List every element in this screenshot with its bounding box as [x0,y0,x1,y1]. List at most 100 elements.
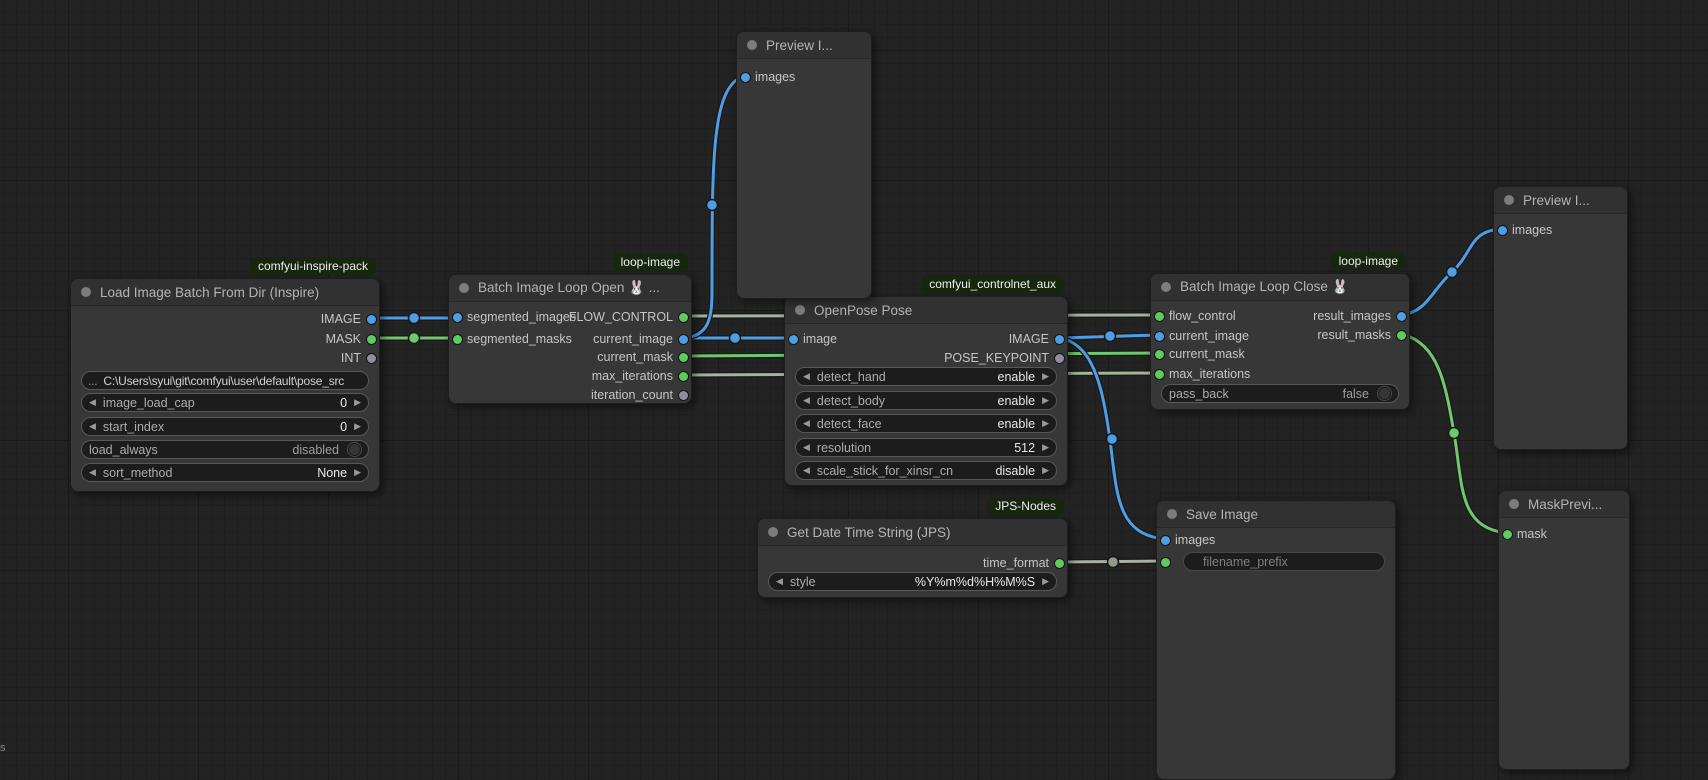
widget-start-index[interactable]: ◀ start_index 0 ▶ [81,417,369,436]
arrow-left-icon[interactable]: ◀ [803,419,810,428]
collapse-dot-icon[interactable] [768,527,778,537]
widget-detect-hand[interactable]: ◀ detect_hand enable ▶ [795,367,1057,386]
output-port[interactable] [679,372,688,381]
widget-label: detect_body [817,394,885,408]
arrow-right-icon[interactable]: ▶ [354,398,361,407]
arrow-left-icon[interactable]: ◀ [803,443,810,452]
widget-load-always[interactable]: load_always disabled [81,440,369,459]
node-title: Get Date Time String (JPS) [787,525,951,540]
node-preview-image-right[interactable]: Preview I... images [1493,186,1628,450]
node-title-bar[interactable]: Save Image [1157,501,1395,528]
node-title: Batch Image Loop Open 🐰 ... [478,280,660,296]
output-port[interactable] [679,335,688,344]
output-port[interactable] [1397,312,1406,321]
node-title-bar[interactable]: OpenPose Pose [785,297,1067,324]
output-slot-current-image: current_image [449,330,691,348]
widget-style[interactable]: ◀ style %Y%m%d%H%M%S ▶ [768,572,1057,591]
toggle-knob[interactable] [348,443,361,456]
widget-filename-prefix[interactable]: filename_prefix [1183,552,1385,571]
widget-directory-path[interactable]: ... C:\Users\syui\git\comfyui\user\defau… [81,371,369,390]
collapse-dot-icon[interactable] [459,283,469,293]
node-preview-image-top[interactable]: Preview I... images [736,31,872,299]
collapse-dot-icon[interactable] [1161,282,1171,292]
input-port[interactable] [1503,530,1512,539]
arrow-right-icon[interactable]: ▶ [1042,466,1049,475]
slot-label: images [1157,531,1395,549]
output-port[interactable] [679,353,688,362]
node-load-image-batch[interactable]: comfyui-inspire-pack Load Image Batch Fr… [70,278,380,492]
node-get-date-time-string[interactable]: JPS-Nodes Get Date Time String (JPS) tim… [757,518,1068,598]
widget-image-load-cap[interactable]: ◀ image_load_cap 0 ▶ [81,393,369,412]
arrow-right-icon[interactable]: ▶ [1042,419,1049,428]
widget-scale-stick-for-xinsr-cn[interactable]: ◀ scale_stick_for_xinsr_cn disable ▶ [795,461,1057,480]
collapse-dot-icon[interactable] [81,287,91,297]
widget-label: resolution [817,441,871,455]
node-title-bar[interactable]: Get Date Time String (JPS) [758,519,1067,546]
collapse-dot-icon[interactable] [1504,195,1514,205]
widget-resolution[interactable]: ◀ resolution 512 ▶ [795,438,1057,457]
node-openpose-pose[interactable]: comfyui_controlnet_aux OpenPose Pose ima… [784,296,1068,486]
collapse-dot-icon[interactable] [1509,499,1519,509]
collapse-dot-icon[interactable] [795,305,805,315]
node-batch-image-loop-open[interactable]: loop-image Batch Image Loop Open 🐰 ... s… [448,274,692,404]
input-port[interactable] [1498,226,1507,235]
arrow-right-icon[interactable]: ▶ [1042,396,1049,405]
ellipsis-prefix: ... [88,374,97,388]
slot-label: max_iterations [449,367,691,385]
node-title-bar[interactable]: Preview I... [1494,187,1627,214]
output-slot-image: IMAGE [71,310,379,328]
output-port[interactable] [1055,335,1064,344]
node-batch-image-loop-close[interactable]: loop-image Batch Image Loop Close 🐰 flow… [1150,273,1410,410]
widget-pass-back[interactable]: pass_back false [1161,384,1399,403]
widget-value: 0 [340,420,347,434]
node-title-bar[interactable]: Batch Image Loop Close 🐰 [1151,274,1409,301]
output-slot-mask: MASK [71,330,379,348]
input-port[interactable] [1155,370,1164,379]
arrow-right-icon[interactable]: ▶ [1042,443,1049,452]
output-port[interactable] [1055,354,1064,363]
input-port[interactable] [741,73,750,82]
node-pack-badge: loop-image [1331,252,1406,270]
toggle-knob[interactable] [1378,387,1391,400]
input-slot-current-mask: current_mask [1151,345,1409,363]
arrow-right-icon[interactable]: ▶ [354,422,361,431]
arrow-right-icon[interactable]: ▶ [354,468,361,477]
node-title-bar[interactable]: Preview I... [737,32,871,59]
output-port[interactable] [679,313,688,322]
node-pack-badge: comfyui_controlnet_aux [921,275,1064,293]
arrow-left-icon[interactable]: ◀ [803,396,810,405]
node-title-bar[interactable]: Batch Image Loop Open 🐰 ... [449,275,691,302]
collapse-dot-icon[interactable] [747,40,757,50]
arrow-right-icon[interactable]: ▶ [1042,577,1049,586]
widget-value: disabled [292,443,339,457]
input-port[interactable] [1161,536,1170,545]
widget-detect-body[interactable]: ◀ detect_body enable ▶ [795,391,1057,410]
comfyui-canvas[interactable]: { "colors": { "canvas_bg": "#232323", "n… [0,0,1708,763]
widget-sort-method[interactable]: ◀ sort_method None ▶ [81,463,369,482]
collapse-dot-icon[interactable] [1167,509,1177,519]
output-port-image[interactable] [367,315,376,324]
arrow-right-icon[interactable]: ▶ [1042,372,1049,381]
arrow-left-icon[interactable]: ◀ [803,466,810,475]
output-port[interactable] [1055,559,1064,568]
arrow-left-icon[interactable]: ◀ [89,468,96,477]
arrow-left-icon[interactable]: ◀ [89,422,96,431]
arrow-left-icon[interactable]: ◀ [803,372,810,381]
node-title-bar[interactable]: Load Image Batch From Dir (Inspire) [71,279,379,306]
output-port-mask[interactable] [367,335,376,344]
output-slot-flow-control: FLOW_CONTROL [449,308,691,326]
widget-value: 512 [1014,441,1035,455]
node-save-image[interactable]: Save Image images filename_prefix [1156,500,1396,780]
node-mask-preview[interactable]: MaskPrevi... mask [1498,490,1630,770]
output-port[interactable] [679,391,688,400]
arrow-left-icon[interactable]: ◀ [776,577,783,586]
input-port[interactable] [1161,558,1170,567]
input-port[interactable] [1155,350,1164,359]
arrow-left-icon[interactable]: ◀ [89,398,96,407]
output-port-int[interactable] [367,354,376,363]
widget-detect-face[interactable]: ◀ detect_face enable ▶ [795,414,1057,433]
output-port[interactable] [1397,331,1406,340]
node-title-bar[interactable]: MaskPrevi... [1499,491,1629,518]
slot-label: current_mask [1151,345,1409,363]
link-midpoint-dot [1107,434,1118,445]
